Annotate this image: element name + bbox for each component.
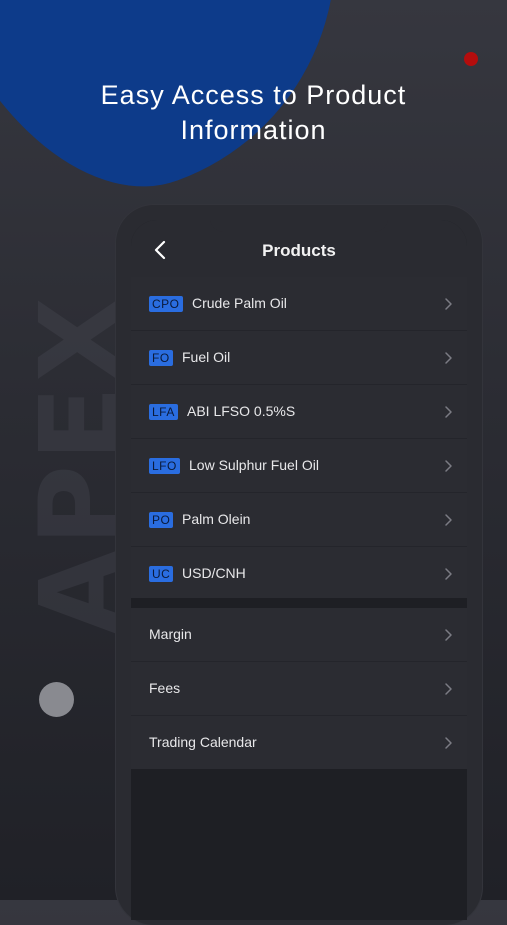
info-row-label: Fees <box>149 680 181 696</box>
product-code-badge: LFO <box>149 458 180 474</box>
info-row[interactable]: Trading Calendar <box>131 716 467 769</box>
product-name: ABI LFSO 0.5%S <box>187 403 296 419</box>
product-row[interactable]: PO Palm Olein <box>131 493 467 547</box>
product-code-badge: CPO <box>149 296 183 312</box>
product-row[interactable]: LFA ABI LFSO 0.5%S <box>131 385 467 439</box>
info-row-label: Margin <box>149 626 192 642</box>
info-row[interactable]: Fees <box>131 662 467 716</box>
chevron-right-icon <box>445 737 452 749</box>
product-row[interactable]: CPO Crude Palm Oil <box>131 277 467 331</box>
page-title: Products <box>262 241 336 260</box>
product-name: Low Sulphur Fuel Oil <box>189 457 319 473</box>
phone-screen: Products CPO Crude Palm Oil FO Fuel Oil LFA A… <box>131 220 467 920</box>
product-code-badge: FO <box>149 350 173 366</box>
chevron-right-icon <box>445 460 452 472</box>
chevron-right-icon <box>445 514 452 526</box>
product-code-badge: LFA <box>149 404 178 420</box>
phone-notch <box>210 220 388 232</box>
product-code-badge: UC <box>149 566 174 582</box>
info-list: Margin Fees Trading Calendar <box>131 608 467 769</box>
promo-headline-line2: Information <box>180 115 327 145</box>
chevron-right-icon <box>445 406 452 418</box>
promo-headline: Easy Access to Product Information <box>0 78 507 148</box>
info-row-label: Trading Calendar <box>149 734 257 750</box>
product-row[interactable]: FO Fuel Oil <box>131 331 467 385</box>
chevron-right-icon <box>445 352 452 364</box>
product-name: Crude Palm Oil <box>192 295 287 311</box>
chevron-right-icon <box>445 568 452 580</box>
section-divider <box>131 598 467 608</box>
red-dot-decoration <box>464 52 478 66</box>
grey-circle-decoration <box>39 682 74 717</box>
product-list: CPO Crude Palm Oil FO Fuel Oil LFA ABI LFSO 0… <box>131 277 467 600</box>
chevron-right-icon <box>445 683 452 695</box>
chevron-right-icon <box>445 629 452 641</box>
chevron-right-icon <box>445 298 452 310</box>
product-row[interactable]: UC USD/CNH <box>131 547 467 600</box>
product-row[interactable]: LFO Low Sulphur Fuel Oil <box>131 439 467 493</box>
product-name: Fuel Oil <box>182 349 231 365</box>
product-code-badge: PO <box>149 512 174 528</box>
product-name: Palm Olein <box>182 511 251 527</box>
product-name: USD/CNH <box>182 565 246 581</box>
info-row[interactable]: Margin <box>131 608 467 662</box>
promo-headline-line1: Easy Access to Product <box>100 80 407 110</box>
